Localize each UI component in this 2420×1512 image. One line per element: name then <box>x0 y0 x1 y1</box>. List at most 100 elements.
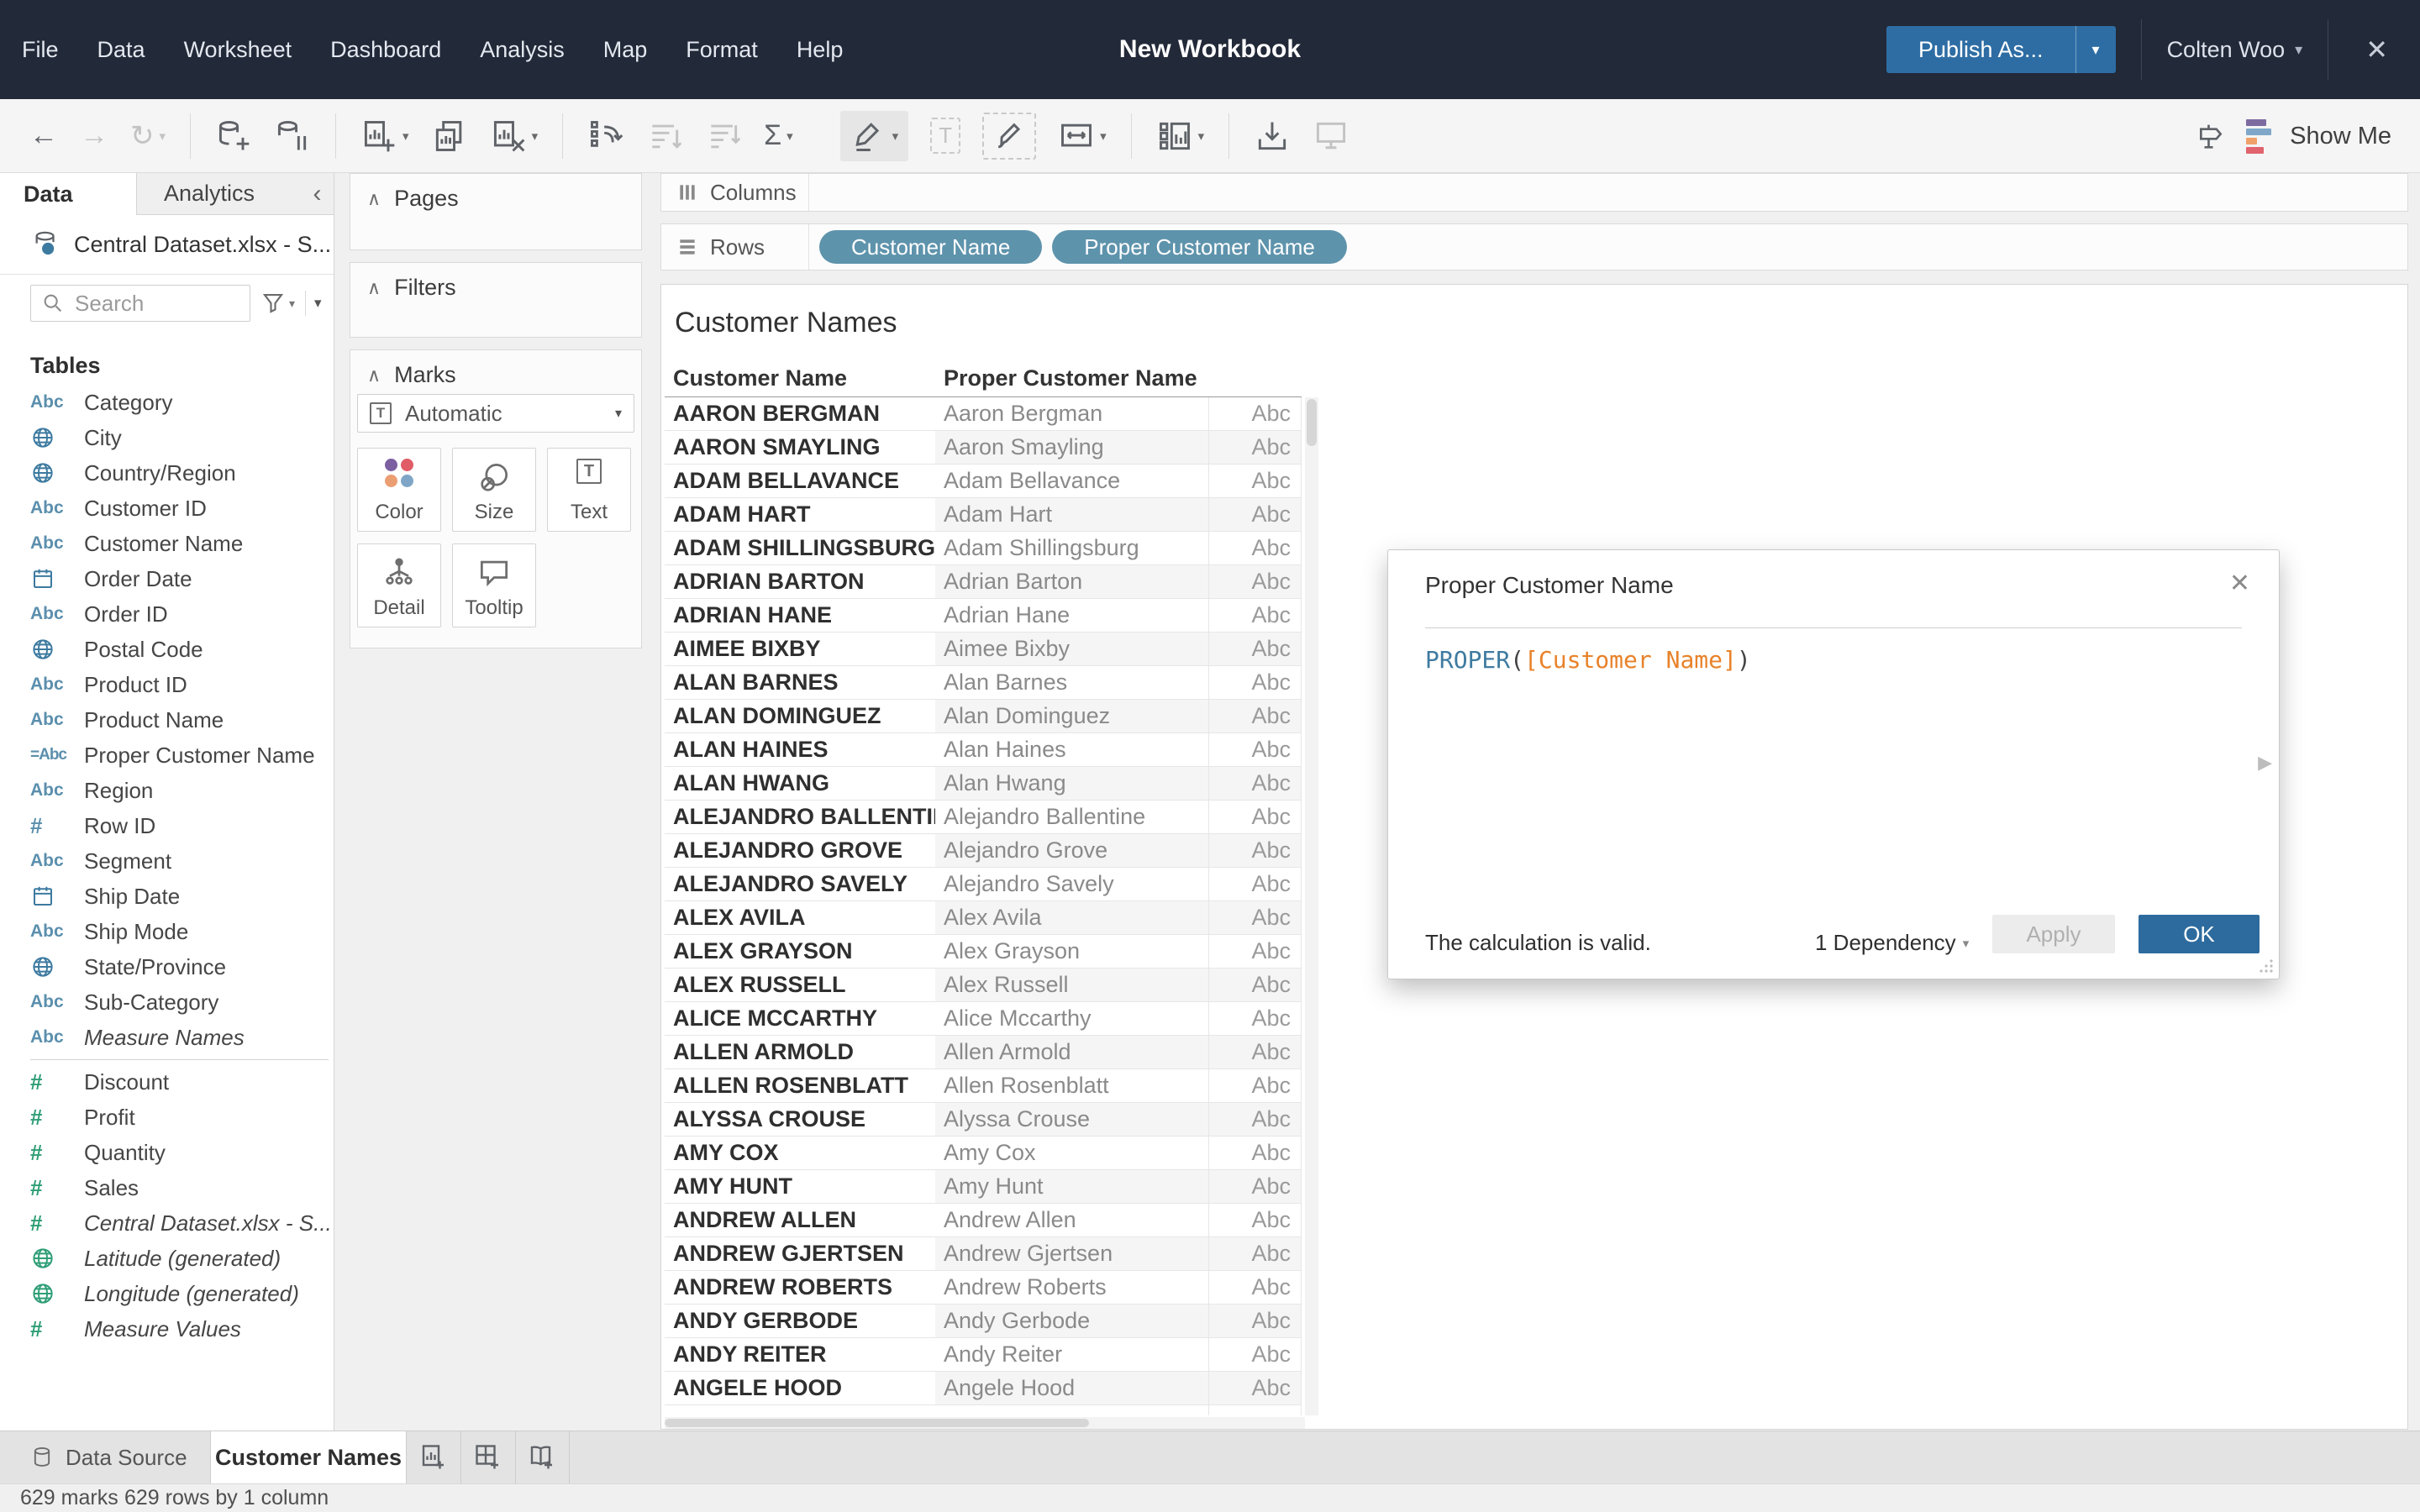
tooltip-button[interactable]: Tooltip <box>452 543 536 627</box>
proper-customer-name-cell[interactable]: Amy Hunt <box>935 1170 1208 1203</box>
abc-placeholder-cell[interactable]: Abc <box>1208 868 1302 900</box>
menu-map[interactable]: Map <box>603 37 648 63</box>
dependency-dropdown[interactable]: 1 Dependency ▾ <box>1815 930 1969 956</box>
proper-customer-name-cell[interactable]: Alice Mccarthy <box>935 1002 1208 1035</box>
table-row[interactable]: ALEJANDRO GROVEAlejandro GroveAbc <box>665 834 1302 868</box>
customer-name-cell[interactable]: AMY HUNT <box>665 1170 935 1203</box>
show-hide-cards-button[interactable]: ▾ <box>1156 118 1205 155</box>
field-profit[interactable]: #Profit <box>0 1100 334 1135</box>
customer-name-cell[interactable]: ALEX AVILA <box>665 901 935 934</box>
tab-data[interactable]: Data <box>0 173 137 215</box>
sort-descending-button[interactable] <box>705 118 742 155</box>
customer-name-cell[interactable]: ALAN DOMINGUEZ <box>665 700 935 732</box>
customer-name-cell[interactable]: ALEX GRAYSON <box>665 935 935 968</box>
table-row[interactable]: AIMEE BIXBYAimee BixbyAbc <box>665 633 1302 666</box>
horizontal-scrollbar[interactable] <box>665 1417 1305 1429</box>
field-sub-category[interactable]: AbcSub-Category <box>0 984 334 1020</box>
new-story-button[interactable] <box>515 1431 570 1483</box>
abc-placeholder-cell[interactable]: Abc <box>1208 935 1302 968</box>
ok-button[interactable]: OK <box>2139 915 2260 953</box>
field-product-name[interactable]: AbcProduct Name <box>0 702 334 738</box>
pause-auto-updates-button[interactable] <box>274 118 311 155</box>
show-me-area[interactable]: Show Me <box>2194 99 2391 173</box>
customer-name-cell[interactable]: ALEX RUSSELL <box>665 969 935 1001</box>
fit-button[interactable]: ▾ <box>1058 118 1107 155</box>
resize-grip-icon[interactable] <box>2259 958 2274 974</box>
abc-placeholder-cell[interactable]: Abc <box>1208 1036 1302 1068</box>
proper-customer-name-cell[interactable]: Andrew Allen <box>935 1204 1208 1236</box>
highlight-button[interactable]: ▾ <box>840 111 909 161</box>
menu-format[interactable]: Format <box>686 37 758 63</box>
proper-customer-name-cell[interactable]: Alan Dominguez <box>935 700 1208 732</box>
abc-placeholder-cell[interactable]: Abc <box>1208 1002 1302 1035</box>
table-row[interactable]: ADRIAN HANEAdrian HaneAbc <box>665 599 1302 633</box>
abc-placeholder-cell[interactable]: Abc <box>1208 969 1302 1001</box>
customer-name-cell[interactable]: ALLEN ARMOLD <box>665 1036 935 1068</box>
customer-name-cell[interactable]: ANDY GERBODE <box>665 1305 935 1337</box>
field-customer-name[interactable]: AbcCustomer Name <box>0 526 334 561</box>
customer-name-cell[interactable]: AIMEE BIXBY <box>665 633 935 665</box>
data-source-tab[interactable]: Data Source <box>0 1431 210 1483</box>
abc-placeholder-cell[interactable]: Abc <box>1208 633 1302 665</box>
table-row[interactable]: ANDREW GJERTSENAndrew GjertsenAbc <box>665 1237 1302 1271</box>
abc-placeholder-cell[interactable]: Abc <box>1208 1338 1302 1371</box>
customer-name-cell[interactable]: ALICE MCCARTHY <box>665 1002 935 1035</box>
table-row[interactable]: ADRIAN BARTONAdrian BartonAbc <box>665 565 1302 599</box>
menu-dashboard[interactable]: Dashboard <box>330 37 441 63</box>
field-discount[interactable]: #Discount <box>0 1064 334 1100</box>
proper-customer-name-cell[interactable]: Alex Avila <box>935 901 1208 934</box>
dialog-close-icon[interactable]: ✕ <box>2229 569 2250 598</box>
table-row[interactable]: ALAN BARNESAlan BarnesAbc <box>665 666 1302 700</box>
field-quantity[interactable]: #Quantity <box>0 1135 334 1170</box>
pill-customer-name[interactable]: Customer Name <box>819 230 1042 264</box>
field-central-dataset-xlsx-s[interactable]: #Central Dataset.xlsx - S... <box>0 1205 334 1241</box>
proper-customer-name-cell[interactable]: Alan Barnes <box>935 666 1208 699</box>
horizontal-scrollbar-thumb[interactable] <box>665 1419 1089 1427</box>
proper-customer-name-cell[interactable]: Aaron Smayling <box>935 431 1208 464</box>
customer-name-cell[interactable]: ADAM BELLAVANCE <box>665 465 935 497</box>
abc-placeholder-cell[interactable]: Abc <box>1208 599 1302 632</box>
new-worksheet-button[interactable]: ▾ <box>360 118 409 155</box>
detail-button[interactable]: Detail <box>357 543 441 627</box>
table-row[interactable]: ALEX RUSSELLAlex RussellAbc <box>665 969 1302 1002</box>
abc-placeholder-cell[interactable]: Abc <box>1208 465 1302 497</box>
table-row[interactable]: ALLEN ROSENBLATTAllen RosenblattAbc <box>665 1069 1302 1103</box>
abc-placeholder-cell[interactable]: Abc <box>1208 565 1302 598</box>
abc-placeholder-cell[interactable]: Abc <box>1208 1170 1302 1203</box>
table-row[interactable]: ANGELE HOODAngele HoodAbc <box>665 1372 1302 1405</box>
table-row[interactable]: ALEJANDRO BALLENTINEAlejandro Ballentine… <box>665 801 1302 834</box>
table-row[interactable]: ALICE MCCARTHYAlice MccarthyAbc <box>665 1002 1302 1036</box>
table-row[interactable]: ALEX AVILAAlex AvilaAbc <box>665 901 1302 935</box>
abc-placeholder-cell[interactable]: Abc <box>1208 532 1302 564</box>
publish-as-button[interactable]: Publish As... <box>1886 26 2075 73</box>
customer-name-cell[interactable]: ADRIAN HANE <box>665 599 935 632</box>
customer-name-cell[interactable]: ANDREW ALLEN <box>665 1204 935 1236</box>
abc-placeholder-cell[interactable]: Abc <box>1208 1204 1302 1236</box>
proper-customer-name-cell[interactable]: Andrew Gjertsen <box>935 1237 1208 1270</box>
proper-customer-name-cell[interactable]: Alex Russell <box>935 969 1208 1001</box>
field-order-id[interactable]: AbcOrder ID <box>0 596 334 632</box>
abc-placeholder-cell[interactable]: Abc <box>1208 834 1302 867</box>
customer-name-cell[interactable]: ALEJANDRO SAVELY <box>665 868 935 900</box>
sort-ascending-button[interactable] <box>646 118 683 155</box>
proper-customer-name-cell[interactable]: Aimee Bixby <box>935 633 1208 665</box>
field-longitude-generated[interactable]: Longitude (generated) <box>0 1276 334 1311</box>
field-filter-button[interactable]: ▾ <box>260 291 295 316</box>
vertical-scrollbar-thumb[interactable] <box>1307 399 1317 446</box>
field-latitude-generated[interactable]: Latitude (generated) <box>0 1241 334 1276</box>
abc-placeholder-cell[interactable]: Abc <box>1208 666 1302 699</box>
menu-analysis[interactable]: Analysis <box>480 37 565 63</box>
proper-customer-name-cell[interactable]: Angele Hood <box>935 1372 1208 1404</box>
mark-type-dropdown[interactable]: T Automatic ▾ <box>357 394 634 433</box>
customer-name-cell[interactable]: AMY COX <box>665 1137 935 1169</box>
size-button[interactable]: Size <box>452 448 536 532</box>
table-row[interactable]: AMY COXAmy CoxAbc <box>665 1137 1302 1170</box>
proper-customer-name-cell[interactable]: Adam Bellavance <box>935 465 1208 497</box>
abc-placeholder-cell[interactable]: Abc <box>1208 1271 1302 1304</box>
new-dashboard-button[interactable] <box>461 1431 516 1483</box>
table-row[interactable]: ADAM SHILLINGSBURGAdam ShillingsburgAbc <box>665 532 1302 565</box>
field-category[interactable]: AbcCategory <box>0 385 334 420</box>
column-header-customer-name[interactable]: Customer Name <box>665 365 935 396</box>
proper-customer-name-cell[interactable]: Aaron Bergman <box>935 397 1208 430</box>
field-measure-values[interactable]: #Measure Values <box>0 1311 334 1347</box>
